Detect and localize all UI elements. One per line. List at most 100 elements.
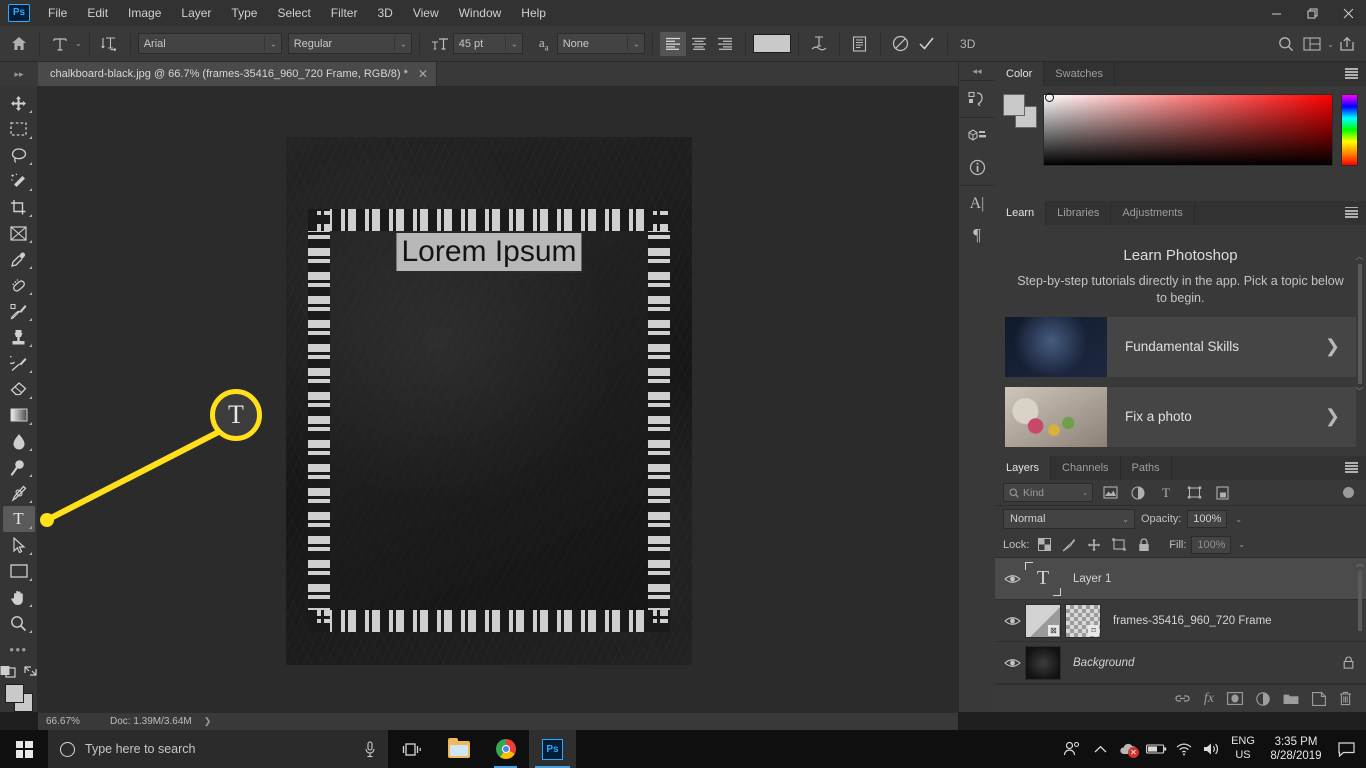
microphone-icon[interactable] (364, 740, 376, 758)
new-layer-icon[interactable] (1312, 691, 1326, 706)
tab-layers[interactable]: Layers (995, 456, 1052, 480)
cancel-edits-icon[interactable] (888, 32, 914, 56)
fill-caret-icon[interactable]: ⌄ (1238, 540, 1245, 549)
add-layer-mask-icon[interactable] (1227, 692, 1243, 705)
tab-learn[interactable]: Learn (995, 200, 1047, 225)
menu-filter[interactable]: Filter (321, 0, 368, 26)
layer-thumbnail[interactable] (1025, 645, 1061, 680)
hue-strip[interactable] (1341, 94, 1358, 166)
foreground-color-swatch[interactable] (4, 684, 24, 703)
onedrive-error-icon[interactable]: ✕ (1114, 730, 1142, 768)
filter-adjustment-icon[interactable] (1127, 483, 1149, 503)
menu-help[interactable]: Help (511, 0, 556, 26)
align-left-button[interactable] (659, 31, 686, 56)
status-menu-arrow[interactable]: ❯ (204, 716, 212, 727)
layer-name[interactable]: frames-35416_960_720 Frame (1105, 615, 1366, 627)
layer-visibility-icon[interactable] (999, 558, 1025, 600)
menu-window[interactable]: Window (449, 0, 512, 26)
menu-view[interactable]: View (403, 0, 449, 26)
show-hidden-icons-icon[interactable] (1086, 730, 1114, 768)
foreground-color-swatch[interactable] (1003, 94, 1025, 116)
tab-adjustments[interactable]: Adjustments (1111, 200, 1195, 225)
delete-layer-icon[interactable] (1339, 691, 1352, 706)
horizontal-type-tool[interactable]: T (2, 506, 35, 532)
learn-card-fundamental-skills[interactable]: Fundamental Skills ❯ (1005, 316, 1356, 377)
scroll-thumb[interactable] (1357, 263, 1362, 384)
frame-tool[interactable] (3, 220, 35, 246)
fill-value[interactable]: 100% (1191, 535, 1232, 554)
menu-edit[interactable]: Edit (77, 0, 118, 26)
blur-tool[interactable] (3, 428, 35, 454)
wifi-icon[interactable] (1170, 730, 1198, 768)
tab-libraries[interactable]: Libraries (1046, 200, 1112, 225)
pen-tool[interactable] (3, 480, 35, 506)
filter-toggle-switch[interactable] (1343, 487, 1354, 498)
restore-button[interactable] (1294, 0, 1330, 26)
layer-mask-thumbnail[interactable]: ⌑ (1065, 603, 1101, 638)
rectangle-tool[interactable] (3, 558, 35, 584)
crop-tool[interactable] (3, 194, 35, 220)
spot-healing-brush-tool[interactable] (3, 272, 35, 298)
collapse-panels-icon[interactable]: ◂◂ (959, 62, 996, 80)
tab-paths[interactable]: Paths (1121, 456, 1172, 480)
google-chrome-taskbar-icon[interactable] (482, 730, 529, 768)
layer-list-scrollbar[interactable]: ︿ (1355, 558, 1365, 684)
layer-visibility-icon[interactable] (999, 600, 1025, 642)
layer-name[interactable]: Background (1065, 657, 1343, 669)
document-artboard[interactable]: Lorem Ipsum (286, 137, 692, 665)
brush-tool[interactable] (3, 298, 35, 324)
lasso-tool[interactable] (3, 142, 35, 168)
menu-file[interactable]: File (38, 0, 77, 26)
menu-layer[interactable]: Layer (171, 0, 221, 26)
lock-artboard-nesting-icon[interactable] (1109, 535, 1129, 555)
minimize-button[interactable] (1258, 0, 1294, 26)
lock-transparent-pixels-icon[interactable] (1034, 535, 1054, 555)
character-paragraph-panels-icon[interactable] (847, 32, 873, 56)
filter-smartobject-icon[interactable] (1211, 483, 1233, 503)
close-icon[interactable]: ✕ (418, 67, 428, 81)
filter-type-icon[interactable]: T (1155, 483, 1177, 503)
lock-all-icon[interactable] (1134, 535, 1154, 555)
lock-position-icon[interactable] (1084, 535, 1104, 555)
home-icon[interactable] (6, 32, 32, 56)
table-row[interactable]: T Layer 1 (995, 558, 1366, 600)
blend-mode-select[interactable]: Normal ⌄ (1003, 509, 1135, 529)
share-icon[interactable] (1334, 32, 1360, 56)
task-view-icon[interactable] (388, 730, 435, 768)
toggle-text-orientation-icon[interactable] (97, 32, 123, 56)
battery-icon[interactable] (1142, 730, 1170, 768)
layer-style-icon[interactable]: fx (1204, 691, 1214, 707)
filter-kind-select[interactable]: Kind ⌄ (1003, 483, 1093, 502)
layer-name[interactable]: Layer 1 (1065, 573, 1366, 585)
link-layers-icon[interactable] (1174, 693, 1191, 704)
gradient-tool[interactable] (3, 402, 35, 428)
align-right-button[interactable] (712, 32, 738, 56)
action-center-icon[interactable] (1332, 730, 1360, 768)
zoom-tool[interactable] (3, 610, 35, 636)
layer-thumbnail[interactable]: ⊠ (1025, 603, 1061, 638)
eraser-tool[interactable] (3, 376, 35, 402)
table-row[interactable]: Background (995, 642, 1366, 684)
tab-color[interactable]: Color (995, 62, 1045, 86)
layer-thumbnail[interactable]: T (1025, 561, 1061, 596)
search-input[interactable]: Type here to search (48, 730, 388, 768)
commit-edits-icon[interactable] (914, 32, 940, 56)
move-tool[interactable] (3, 90, 35, 116)
table-row[interactable]: ⊠ ⌑ frames-35416_960_720 Frame (995, 600, 1366, 642)
properties-panel-icon[interactable] (962, 122, 992, 150)
clone-stamp-tool[interactable] (3, 324, 35, 350)
font-family-select[interactable]: Arial ⌄ (137, 33, 282, 54)
new-adjustment-layer-icon[interactable] (1256, 691, 1270, 706)
text-layer-selection[interactable]: Lorem Ipsum (396, 233, 582, 273)
rectangular-marquee-tool[interactable] (3, 116, 35, 142)
toolbar-expand-icon[interactable]: ▸▸ (0, 62, 38, 86)
new-group-icon[interactable] (1283, 693, 1299, 705)
eyedropper-tool[interactable] (3, 246, 35, 272)
3d-text-button[interactable]: 3D (955, 32, 981, 56)
edit-toolbar-icon[interactable]: ••• (3, 636, 35, 662)
font-style-select[interactable]: Regular ⌄ (287, 33, 412, 54)
dodge-tool[interactable] (3, 454, 35, 480)
layer-visibility-icon[interactable] (999, 642, 1025, 684)
menu-type[interactable]: Type (221, 0, 267, 26)
language-indicator[interactable]: ENG US (1226, 735, 1260, 763)
